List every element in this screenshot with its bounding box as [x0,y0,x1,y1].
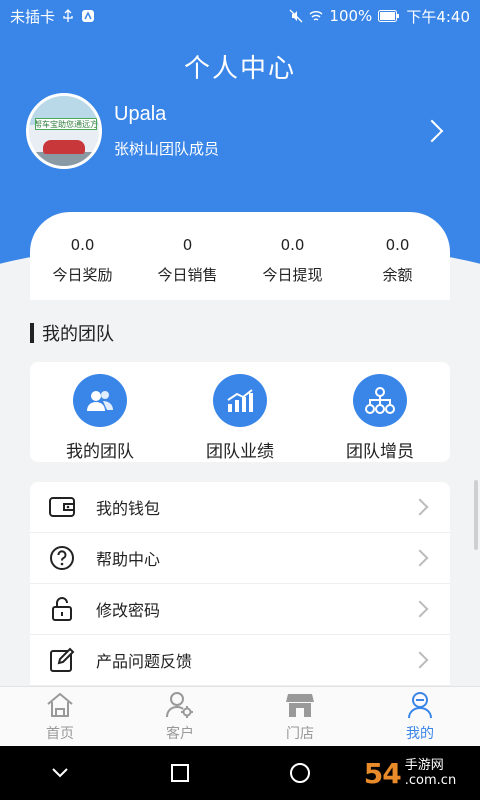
avatar-car [43,140,85,154]
battery-text: 100% [329,7,373,25]
avatar-banner: 帮车宝助您通远方 [35,118,97,130]
menu-item-label: 修改密码 [96,601,161,620]
nav-back-button[interactable] [0,767,120,779]
watermark-logo: 54 手游网 .com.cn [340,746,480,800]
watermark-brand: 手游网 .com.cn [405,758,456,788]
square-icon [171,764,189,782]
profile-icon [408,692,432,719]
stat-value: 0.0 [280,236,305,254]
chevron-down-icon [52,768,68,778]
chevron-right-icon [411,651,429,669]
page-title: 个人中心 [183,54,296,84]
section-title-team: 我的团队 [30,320,114,346]
team-item-label: 团队业绩 [206,442,274,462]
username: Upala [114,103,167,125]
usb-icon [63,9,73,22]
stat-today-reward[interactable]: 0.0 今日奖励 [30,236,135,300]
stat-value: 0.0 [70,236,95,254]
tab-label: 客户 [166,726,194,742]
tab-mine[interactable]: 我的 [360,687,480,746]
chevron-right-icon [411,549,429,567]
team-item-label: 我的团队 [66,442,134,462]
team-card: 我的团队 团队业绩 团队增员 [30,362,450,462]
avatar[interactable]: 帮车宝助您通远方 [26,93,102,169]
stat-balance[interactable]: 0.0 余额 [345,236,450,300]
clock-text: 下午4:40 [406,7,470,26]
chevron-right-icon[interactable] [420,119,444,143]
menu-item-change-password[interactable]: 修改密码 [30,584,450,635]
stat-label: 今日提现 [262,266,323,284]
help-icon [48,544,76,572]
team-item-team-recruit[interactable]: 团队增员 [310,362,450,462]
tab-label: 我的 [406,726,434,742]
nav-recents-button[interactable] [120,764,240,782]
team-members-icon [73,374,127,427]
wifi-icon [309,11,323,21]
watermark-number: 54 [363,756,402,790]
lock-icon [48,595,76,623]
org-tree-icon [353,374,407,427]
wallet-icon [48,493,76,521]
bar-chart-icon [213,374,267,427]
stats-card: 0.0 今日奖励 0 今日销售 0.0 今日提现 0.0 余额 [30,212,450,300]
stat-value: 0.0 [385,236,410,254]
circle-icon [290,763,310,783]
section-bar [30,323,34,343]
scrollbar[interactable] [474,480,478,550]
profile-header[interactable]: 帮车宝助您通远方 Upala 张树山团队成员 [26,93,456,169]
customer-icon [166,692,193,718]
watermark-brand-line2: .com.cn [404,773,457,788]
avatar-ground [29,152,99,166]
menu-list: 我的钱包 帮助中心 修改密码 产品问题反馈 [30,482,450,692]
stat-label: 今日销售 [157,266,218,284]
app-notification-icon [82,10,95,22]
bottom-tab-bar: 首页 客户 门店 我的 [0,686,480,746]
team-item-label: 团队增员 [346,442,414,462]
menu-item-label: 帮助中心 [96,550,161,569]
team-item-my-team[interactable]: 我的团队 [30,362,170,462]
watermark-brand-line1: 手游网 [404,758,444,773]
section-title-text: 我的团队 [42,324,114,345]
mute-icon [289,9,303,23]
stat-today-sales[interactable]: 0 今日销售 [135,236,240,300]
carrier-text: 未插卡 [10,7,56,26]
team-role: 张树山团队成员 [114,140,220,158]
edit-icon [48,646,76,674]
chevron-right-icon [411,600,429,618]
tab-label: 首页 [46,726,74,742]
profile-info: Upala 张树山团队成员 [114,103,219,159]
menu-item-wallet[interactable]: 我的钱包 [30,482,450,533]
tab-home[interactable]: 首页 [0,687,120,746]
tab-store[interactable]: 门店 [240,687,360,746]
stat-value: 0 [182,236,193,254]
team-item-team-performance[interactable]: 团队业绩 [170,362,310,462]
tab-label: 门店 [286,726,314,742]
menu-item-feedback[interactable]: 产品问题反馈 [30,635,450,686]
menu-item-label: 产品问题反馈 [96,652,193,671]
stat-label: 余额 [382,266,413,284]
tab-customers[interactable]: 客户 [120,687,240,746]
store-icon [286,694,314,717]
battery-icon [378,10,400,22]
chevron-right-icon [411,498,429,516]
menu-item-label: 我的钱包 [96,499,161,518]
status-bar: 未插卡 100% 下午4:40 [0,0,480,32]
menu-item-help[interactable]: 帮助中心 [30,533,450,584]
stat-label: 今日奖励 [52,266,113,284]
stat-today-withdraw[interactable]: 0.0 今日提现 [240,236,345,300]
home-icon [47,692,73,717]
